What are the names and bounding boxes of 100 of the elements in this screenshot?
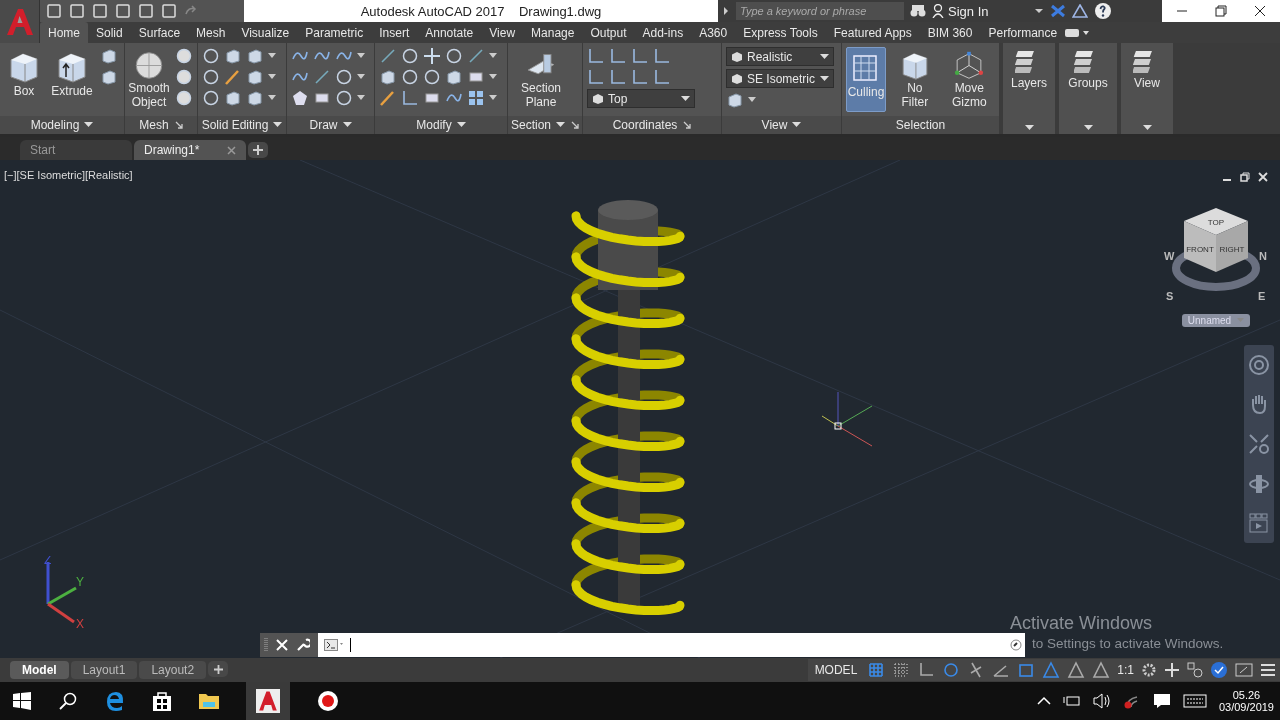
caret-icon[interactable] [357, 53, 365, 59]
clock-date[interactable]: 03/09/2019 [1218, 701, 1274, 713]
triangle-icon[interactable] [1072, 4, 1088, 18]
polar-icon[interactable] [942, 661, 961, 679]
sphere-icon[interactable] [175, 47, 193, 65]
grid-icon[interactable] [467, 89, 485, 107]
ribbon-tab[interactable]: View [481, 22, 524, 43]
caret-icon[interactable] [489, 74, 497, 80]
caret-icon[interactable] [268, 53, 276, 59]
launcher-icon[interactable] [683, 121, 692, 129]
axes-icon[interactable] [631, 47, 649, 65]
panel-title[interactable]: Layers [1003, 43, 1055, 134]
browser-icon[interactable] [104, 690, 126, 712]
store-icon[interactable] [152, 690, 172, 712]
ribbon-button[interactable]: Culling [846, 47, 887, 112]
sign-in-button[interactable]: Sign In [932, 3, 1028, 19]
axes-icon[interactable] [653, 47, 671, 65]
layout-tab[interactable]: Model [10, 661, 69, 679]
shapes-icon[interactable] [1187, 662, 1203, 678]
caret-icon[interactable] [268, 95, 276, 101]
axes-icon[interactable] [587, 68, 605, 86]
restore-icon[interactable] [1240, 172, 1250, 182]
launcher-icon[interactable] [174, 121, 183, 129]
caret-icon[interactable] [489, 53, 497, 59]
plus-icon[interactable] [1164, 662, 1180, 678]
axes-icon[interactable] [401, 89, 419, 107]
caret-icon[interactable] [357, 74, 365, 80]
snap-icon[interactable] [892, 661, 911, 679]
viewport-controls-label[interactable]: [−][SE Isometric][Realistic] [4, 169, 133, 181]
ribbon-tab[interactable]: Output [582, 22, 635, 43]
dropdown[interactable]: Realistic [726, 47, 834, 66]
ribbon-tab[interactable]: Manage [523, 22, 583, 43]
ribbon-tab[interactable]: Insert [371, 22, 418, 43]
axes-icon[interactable] [609, 68, 627, 86]
layout-tab[interactable]: Layout1 [70, 661, 138, 679]
pen-icon[interactable] [224, 68, 242, 86]
menu-icon[interactable] [1260, 663, 1276, 677]
expand-icon[interactable] [722, 6, 730, 16]
axes-icon[interactable] [609, 47, 627, 65]
move-icon[interactable] [423, 47, 441, 65]
keyboard-icon[interactable] [1182, 694, 1207, 708]
axes-icon[interactable] [587, 47, 605, 65]
dropdown[interactable]: SE Isometric [726, 69, 834, 88]
fullscreen-icon[interactable] [1235, 662, 1253, 678]
ribbon-tab[interactable]: Performance [980, 22, 1066, 43]
speaker-icon[interactable] [1092, 693, 1111, 709]
ribbon-tab[interactable]: Surface [130, 22, 189, 43]
model-space-button[interactable]: MODEL [811, 663, 861, 677]
ribbon-tab[interactable]: Parametric [297, 22, 372, 43]
notification-icon[interactable] [1152, 693, 1171, 709]
ribbon-button[interactable]: Move Gizmo [943, 47, 995, 112]
ribbon-tab[interactable]: Express Tools [735, 22, 826, 43]
panel-toggle-icon[interactable] [1065, 27, 1090, 38]
sphere-icon[interactable] [175, 68, 193, 86]
ribbon-button[interactable]: Smooth Object [129, 47, 169, 112]
command-line-field[interactable] [318, 633, 1025, 657]
circle-icon[interactable] [423, 68, 441, 86]
taskbar-app-button[interactable] [246, 682, 290, 720]
ribbon-tab[interactable]: Add-ins [634, 22, 692, 43]
steering-wheel-icon[interactable] [1248, 353, 1270, 376]
circle-icon[interactable] [401, 47, 419, 65]
showmotion-icon[interactable] [1248, 512, 1270, 535]
ribbon-tab[interactable]: Annotate [417, 22, 482, 43]
dropdown[interactable]: Top [587, 89, 695, 108]
document-tab[interactable]: Start [20, 140, 132, 160]
axes-icon[interactable] [653, 68, 671, 86]
clock-time[interactable]: 05.26 [1232, 689, 1261, 701]
pen-icon[interactable] [379, 89, 397, 107]
circle-icon[interactable] [445, 47, 463, 65]
ribbon-tab[interactable]: A360 [691, 22, 736, 43]
launcher-icon[interactable] [571, 121, 579, 129]
ribbon-tab[interactable]: Home [40, 22, 88, 43]
new-layout-button[interactable] [208, 661, 229, 677]
ribbon-button[interactable]: Box [4, 47, 44, 112]
binoculars-icon[interactable] [910, 4, 926, 18]
orbit-icon[interactable] [1248, 472, 1270, 495]
viewcube-drawing[interactable]: TOP FRONT RIGHT W N S E [1164, 204, 1268, 304]
record-icon[interactable] [316, 689, 340, 713]
search-icon[interactable] [58, 691, 78, 711]
folder-icon[interactable] [198, 691, 220, 711]
grid-icon[interactable] [867, 661, 886, 679]
chevron-up-icon[interactable] [1036, 696, 1051, 706]
windows-logo-icon[interactable] [12, 691, 32, 711]
caret-icon[interactable] [268, 74, 276, 80]
ribbon-tab[interactable]: Visualize [233, 22, 298, 43]
caret-icon[interactable] [357, 95, 365, 101]
sphere-icon[interactable] [175, 89, 193, 107]
grip-icon[interactable] [264, 637, 268, 653]
circle-icon[interactable] [335, 89, 353, 107]
panel-title[interactable]: Groups [1059, 43, 1117, 134]
exchange-icon[interactable] [1050, 4, 1066, 18]
battery-icon[interactable] [1062, 694, 1081, 708]
panel-title[interactable]: View [1121, 43, 1173, 134]
wrench-icon[interactable] [296, 638, 310, 652]
caret-icon[interactable] [1034, 8, 1044, 14]
layout-tab[interactable]: Layout2 [139, 661, 207, 679]
ribbon-button[interactable]: Section Plane [512, 47, 570, 112]
ribbon-button[interactable]: Extrude [50, 47, 94, 112]
hardware-acceleration-icon[interactable] [1210, 661, 1228, 679]
line-icon[interactable] [379, 47, 397, 65]
